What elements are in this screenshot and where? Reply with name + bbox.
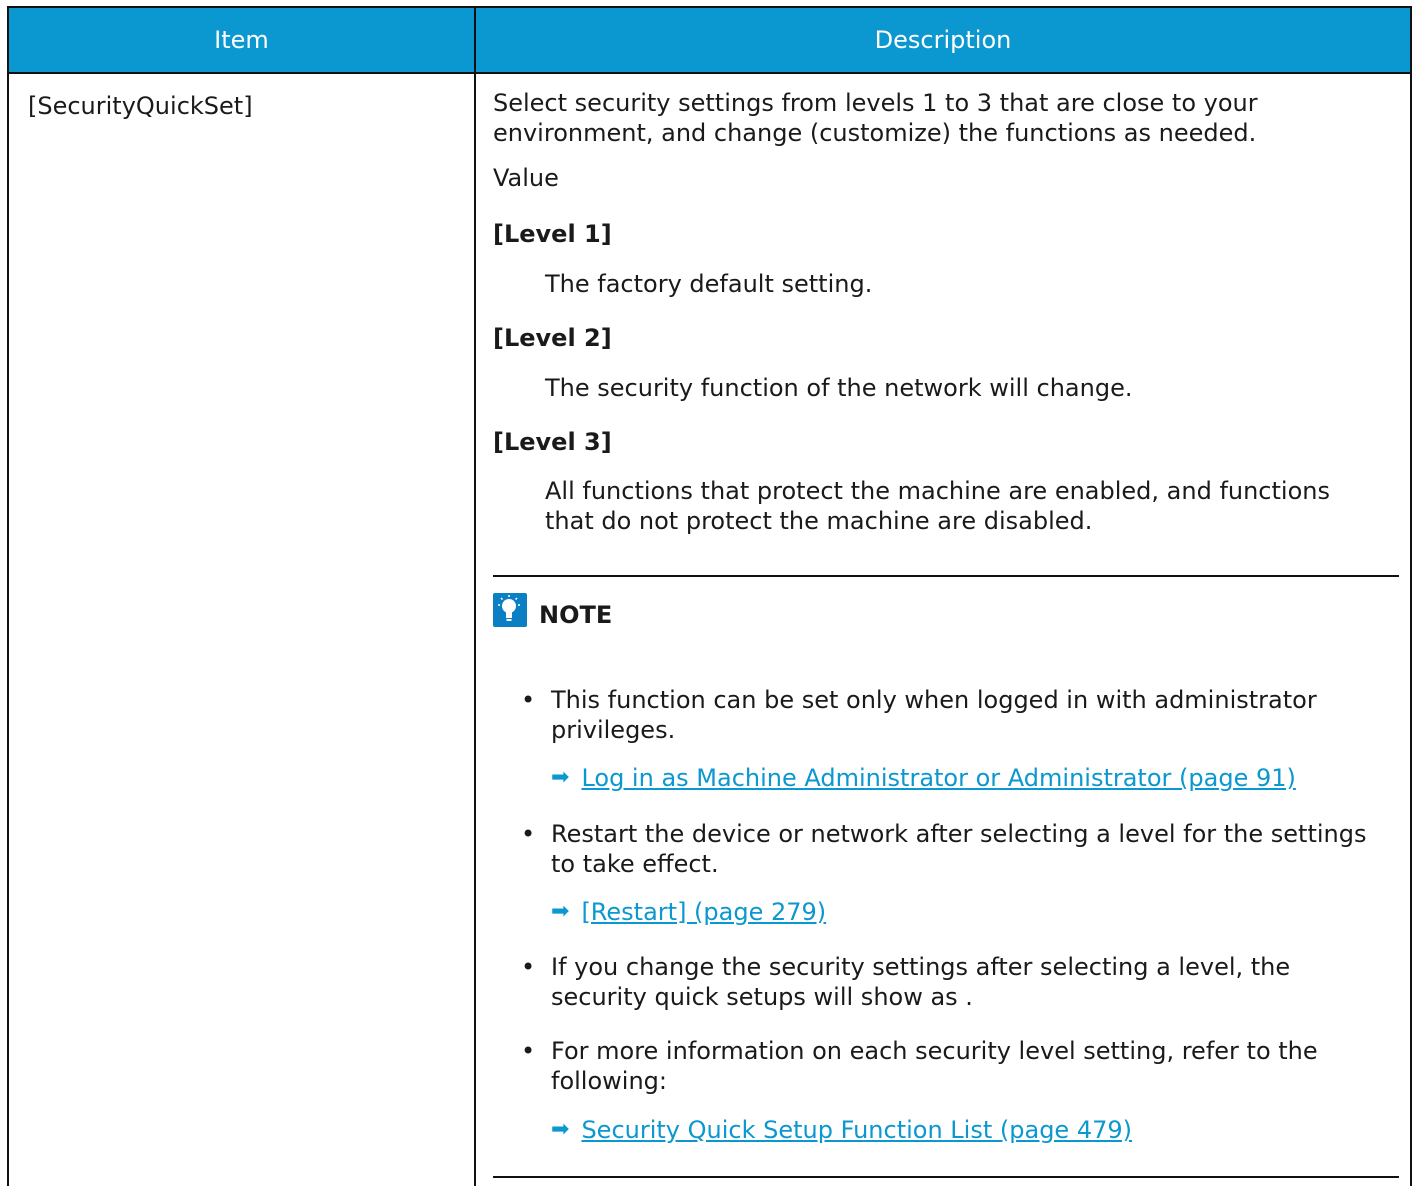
note-link-row-2: ➡ [Restart] (page 279) bbox=[551, 897, 826, 927]
link-function-list[interactable]: Security Quick Setup Function List (page… bbox=[581, 1115, 1132, 1145]
bullet-dot: • bbox=[521, 1037, 536, 1065]
note-bullet-2: Restart the device or network after sele… bbox=[551, 820, 1367, 878]
bullet-dot: • bbox=[521, 820, 536, 848]
item-name: [SecurityQuickSet] bbox=[28, 92, 253, 120]
note-bullet-1: This function can be set only when logge… bbox=[551, 686, 1317, 744]
arrow-right-icon: ➡ bbox=[551, 899, 570, 924]
level-3-text: All functions that protect the machine a… bbox=[545, 477, 1330, 535]
settings-table: Item Description [SecurityQuickSet] Sele… bbox=[7, 6, 1412, 1186]
level-1-text: The factory default setting. bbox=[545, 270, 873, 298]
column-divider bbox=[474, 72, 476, 1186]
note-title: NOTE bbox=[539, 601, 613, 629]
header-description: Description bbox=[874, 26, 1012, 54]
intro-text: Select security settings from levels 1 t… bbox=[493, 89, 1258, 147]
note-link-row-1: ➡ Log in as Machine Administrator or Adm… bbox=[551, 763, 1296, 793]
bullet-dot: • bbox=[521, 953, 536, 981]
note-top-rule bbox=[493, 575, 1399, 577]
link-admin-login[interactable]: Log in as Machine Administrator or Admin… bbox=[581, 763, 1295, 793]
level-1-label: [Level 1] bbox=[493, 220, 612, 248]
level-3-label: [Level 3] bbox=[493, 428, 612, 456]
arrow-right-icon: ➡ bbox=[551, 765, 570, 790]
note-bullet-3: If you change the security settings afte… bbox=[551, 953, 1291, 1011]
arrow-right-icon: ➡ bbox=[551, 1117, 570, 1142]
value-label: Value bbox=[493, 164, 559, 192]
header-divider bbox=[9, 72, 1410, 74]
lightbulb-icon bbox=[493, 593, 527, 627]
bullet-dot: • bbox=[521, 686, 536, 714]
link-restart[interactable]: [Restart] (page 279) bbox=[581, 897, 826, 927]
note-bullet-4: For more information on each security le… bbox=[551, 1037, 1318, 1095]
note-link-row-4: ➡ Security Quick Setup Function List (pa… bbox=[551, 1115, 1132, 1145]
level-2-label: [Level 2] bbox=[493, 324, 612, 352]
level-2-text: The security function of the network wil… bbox=[545, 374, 1133, 402]
header-item: Item bbox=[9, 8, 476, 72]
table-header: Item Description bbox=[9, 8, 1410, 72]
